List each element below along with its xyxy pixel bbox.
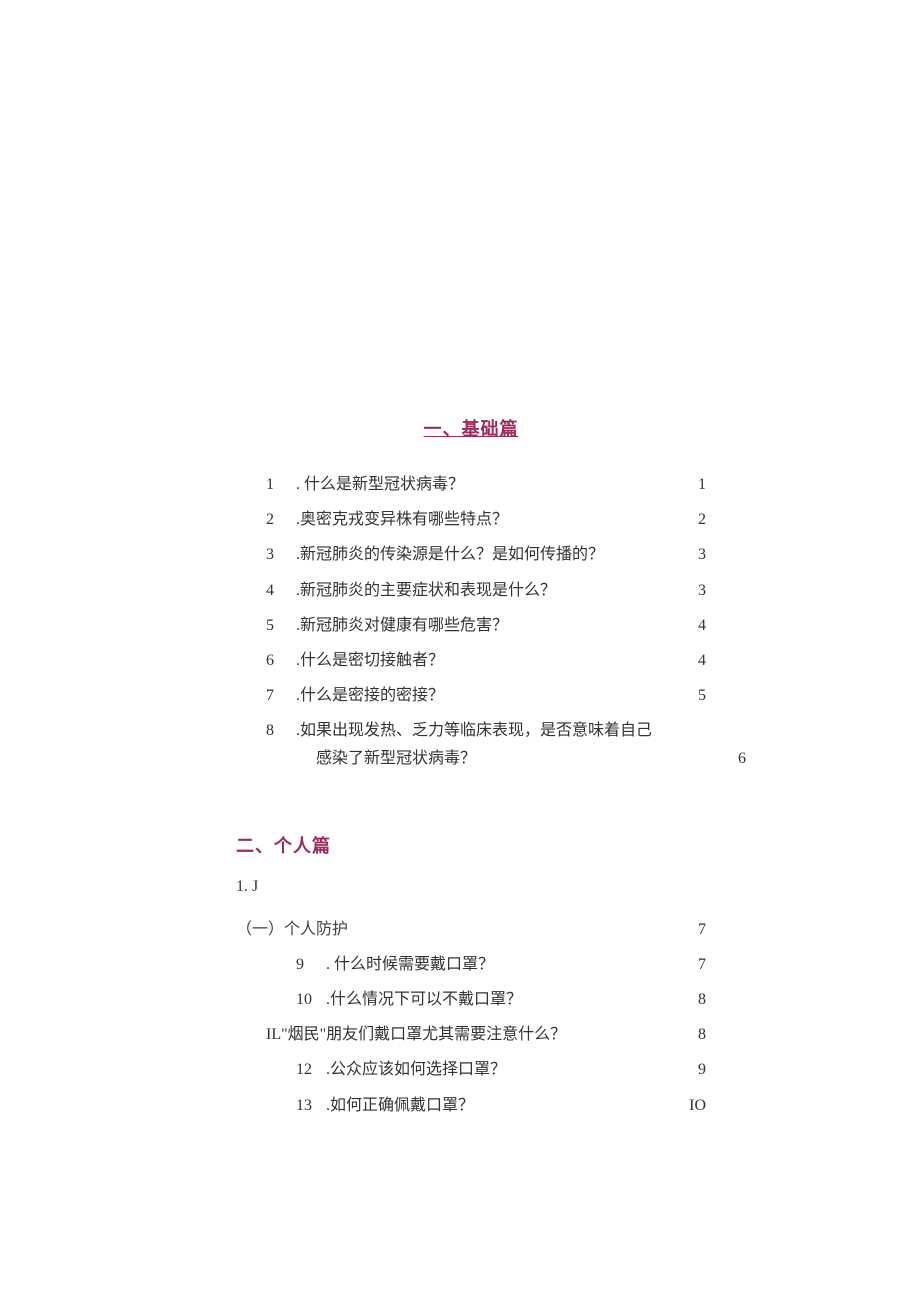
subsection-header: （一）个人防护 7 xyxy=(236,916,706,943)
toc-number: 3 xyxy=(266,541,296,568)
toc-text: .什么是密切接触者？ xyxy=(296,647,676,674)
toc-text-line2: 感染了新型冠状病毒？ xyxy=(296,745,706,772)
toc-entry: 6 .什么是密切接触者？ 4 xyxy=(266,647,706,674)
toc-page: 8 xyxy=(676,1021,706,1048)
toc-page: 5 xyxy=(676,682,706,709)
section-2-toc: 9 . 什么时候需要戴口罩？ 7 10 .什么情况下可以不戴口罩？ 8 IL"烟… xyxy=(296,951,706,1119)
toc-entry: 10 .什么情况下可以不戴口罩？ 8 xyxy=(296,986,706,1013)
toc-text: .新冠肺炎的传染源是什么？是如何传播的？ xyxy=(296,541,676,568)
toc-number: 2 xyxy=(266,506,296,533)
subsection-page: 7 xyxy=(676,916,706,943)
toc-page: 3 xyxy=(676,577,706,604)
toc-text: . 什么时候需要戴口罩？ xyxy=(326,951,676,978)
document-content: 一、基础篇 1 . 什么是新型冠状病毒？ 1 2 .奥密克戎变异株有哪些特点？ … xyxy=(236,415,706,1127)
toc-number: 13 xyxy=(296,1092,326,1119)
toc-number: 1 xyxy=(266,471,296,498)
toc-number: 5 xyxy=(266,612,296,639)
toc-page: 4 xyxy=(676,612,706,639)
toc-entry-special: IL"烟民"朋友们戴口罩尤其需要注意什么？ 8 xyxy=(266,1021,706,1048)
toc-entry: 1 . 什么是新型冠状病毒？ 1 xyxy=(266,471,706,498)
toc-page: IO xyxy=(676,1092,706,1119)
toc-text: .如何正确佩戴口罩？ xyxy=(326,1092,676,1119)
section-1-toc: 1 . 什么是新型冠状病毒？ 1 2 .奥密克戎变异株有哪些特点？ 2 3 .新… xyxy=(266,471,706,772)
toc-entry: 3 .新冠肺炎的传染源是什么？是如何传播的？ 3 xyxy=(266,541,706,568)
subsection-title: （一）个人防护 xyxy=(236,916,676,943)
toc-number: 9 xyxy=(296,951,326,978)
toc-page: 1 xyxy=(676,471,706,498)
toc-page: 3 xyxy=(676,541,706,568)
section-2-title: 二、个人篇 xyxy=(236,832,706,858)
toc-number: 8 xyxy=(266,717,296,744)
toc-entry: 2 .奥密克戎变异株有哪些特点？ 2 xyxy=(266,506,706,533)
toc-page: 9 xyxy=(676,1056,706,1083)
toc-text: .什么是密接的密接？ xyxy=(296,682,676,709)
toc-page: 6 xyxy=(716,745,746,772)
toc-number: 7 xyxy=(266,682,296,709)
toc-entry: 7 .什么是密接的密接？ 5 xyxy=(266,682,706,709)
toc-text: .新冠肺炎的主要症状和表现是什么？ xyxy=(296,577,676,604)
toc-text: .公众应该如何选择口罩？ xyxy=(326,1056,676,1083)
toc-number: 10 xyxy=(296,986,326,1013)
toc-page: 4 xyxy=(676,647,706,674)
toc-entry: 13 .如何正确佩戴口罩？ IO xyxy=(296,1092,706,1119)
toc-text: IL"烟民"朋友们戴口罩尤其需要注意什么？ xyxy=(266,1021,676,1048)
toc-entry: 9 . 什么时候需要戴口罩？ 7 xyxy=(296,951,706,978)
toc-entry: 12 .公众应该如何选择口罩？ 9 xyxy=(296,1056,706,1083)
toc-page: 7 xyxy=(676,951,706,978)
toc-text: . 什么是新型冠状病毒？ xyxy=(296,471,676,498)
toc-text: .什么情况下可以不戴口罩？ xyxy=(326,986,676,1013)
toc-entry: 8 .如果出现发热、乏力等临床表现，是否意味着自己 感染了新型冠状病毒？ 6 xyxy=(266,717,706,771)
toc-page: 8 xyxy=(676,986,706,1013)
section-2-sublabel: 1. J xyxy=(236,878,706,896)
toc-entry: 4 .新冠肺炎的主要症状和表现是什么？ 3 xyxy=(266,577,706,604)
toc-text: .新冠肺炎对健康有哪些危害？ xyxy=(296,612,676,639)
toc-text: .奥密克戎变异株有哪些特点？ xyxy=(296,506,676,533)
toc-text-line1: .如果出现发热、乏力等临床表现，是否意味着自己 xyxy=(296,722,652,739)
toc-page: 2 xyxy=(676,506,706,533)
toc-entry: 5 .新冠肺炎对健康有哪些危害？ 4 xyxy=(266,612,706,639)
toc-number: 6 xyxy=(266,647,296,674)
toc-number: 4 xyxy=(266,577,296,604)
section-1-title: 一、基础篇 xyxy=(236,415,706,441)
toc-number: 12 xyxy=(296,1056,326,1083)
toc-text: .如果出现发热、乏力等临床表现，是否意味着自己 感染了新型冠状病毒？ xyxy=(296,717,716,771)
